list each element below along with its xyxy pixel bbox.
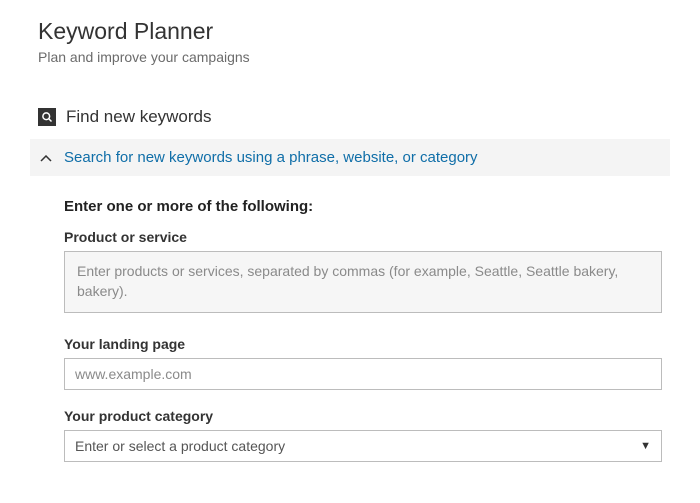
page-title: Keyword Planner [38, 18, 662, 45]
section-title: Find new keywords [66, 107, 212, 127]
field-group-product: Product or service [64, 229, 662, 318]
form-area: Enter one or more of the following: Prod… [38, 176, 662, 462]
field-group-category: Your product category Enter or select a … [64, 408, 662, 462]
category-select-value: Enter or select a product category [75, 438, 285, 454]
chevron-up-icon [40, 151, 52, 165]
accordion-label: Search for new keywords using a phrase, … [64, 149, 478, 166]
form-heading: Enter one or more of the following: [64, 198, 662, 215]
product-input[interactable] [64, 251, 662, 313]
category-select[interactable]: Enter or select a product category ▼ [64, 430, 662, 462]
product-label: Product or service [64, 229, 662, 245]
landing-label: Your landing page [64, 336, 662, 352]
field-group-landing: Your landing page [64, 336, 662, 390]
search-icon [38, 108, 56, 126]
page-subtitle: Plan and improve your campaigns [38, 49, 662, 65]
accordion-search-keywords[interactable]: Search for new keywords using a phrase, … [30, 139, 670, 176]
chevron-down-icon: ▼ [640, 440, 651, 452]
landing-input[interactable] [64, 358, 662, 390]
category-label: Your product category [64, 408, 662, 424]
section-header: Find new keywords [38, 107, 662, 127]
